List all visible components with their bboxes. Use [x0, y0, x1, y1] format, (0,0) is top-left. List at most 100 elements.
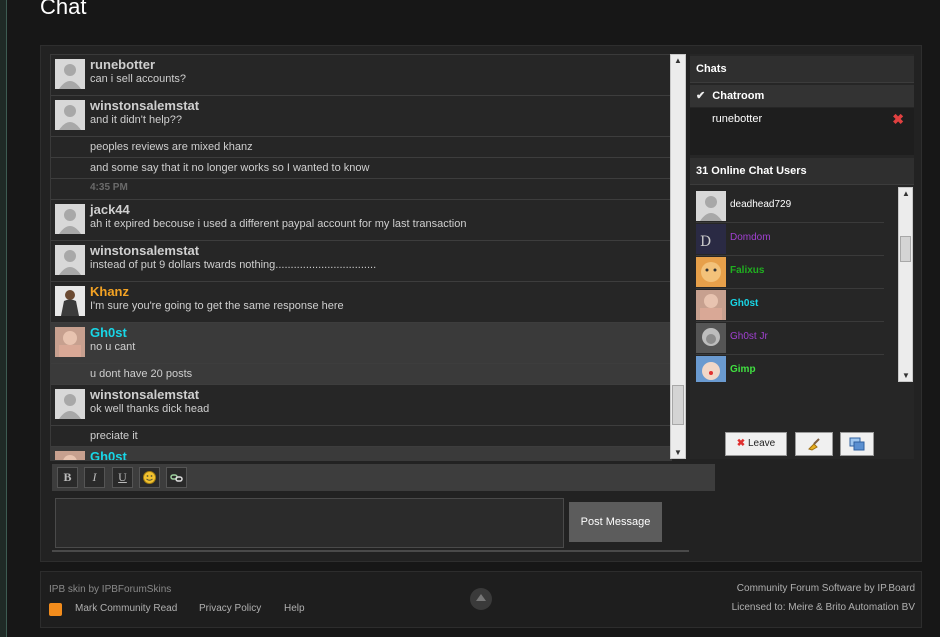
chat-container: runebotter can i sell accounts? winstonsal…	[40, 45, 922, 562]
online-user-name[interactable]: Gh0st Jr	[730, 331, 768, 342]
message-author[interactable]: Gh0st	[90, 449, 127, 460]
scroll-up-arrow-icon[interactable]: ▲	[674, 56, 682, 65]
message-row: and some say that it no longer works so …	[51, 158, 671, 179]
scroll-up-arrow-icon[interactable]: ▲	[902, 189, 910, 198]
post-message-button[interactable]: Post Message	[569, 502, 662, 542]
users-scrollbar[interactable]: ▲ ▼	[898, 187, 913, 382]
message-row: winstonsalemstat instead of put 9 dollars…	[51, 241, 671, 282]
scroll-down-arrow-icon[interactable]: ▼	[674, 448, 682, 457]
scrollbar-thumb[interactable]	[672, 385, 684, 425]
private-chat-label: runebotter	[712, 113, 763, 125]
online-user-name[interactable]: Domdom	[730, 232, 771, 243]
skin-credit: IPB skin by IPBForumSkins	[49, 584, 172, 595]
scrollbar-thumb[interactable]	[900, 236, 911, 262]
message-text: and some say that it no longer works so …	[90, 162, 370, 174]
message-row: Gh0st no u cant	[51, 323, 671, 364]
page-footer: IPB skin by IPBForumSkins Mark Community…	[40, 571, 922, 628]
clear-chat-button[interactable]	[795, 432, 833, 456]
message-row: preciate it	[51, 426, 671, 447]
popout-button[interactable]	[840, 432, 874, 456]
scroll-down-arrow-icon[interactable]: ▼	[902, 371, 910, 380]
window-icon	[849, 437, 865, 451]
chatroom-label: Chatroom	[712, 90, 765, 102]
online-user-name[interactable]: Falixus	[730, 265, 764, 276]
message-text: no u cant	[90, 341, 136, 353]
avatar[interactable]	[55, 100, 85, 130]
avatar[interactable]	[55, 204, 85, 234]
online-user-item[interactable]: deadhead729	[696, 189, 884, 223]
rss-icon[interactable]	[49, 603, 62, 616]
message-timestamp: 4:35 PM	[90, 182, 128, 193]
svg-text:D: D	[700, 234, 711, 250]
avatar[interactable]	[55, 451, 85, 460]
message-row: winstonsalemstat and it didn't help??	[51, 96, 671, 137]
message-row: Gh0st	[51, 447, 671, 460]
message-list[interactable]: runebotter can i sell accounts? winstonsal…	[50, 54, 672, 461]
divider	[52, 550, 689, 552]
avatar[interactable]	[55, 245, 85, 275]
chatroom-tab[interactable]: ✔ Chatroom	[690, 85, 914, 107]
page-title: Chat	[40, 0, 87, 19]
online-user-item[interactable]: Gh0st Jr	[696, 321, 884, 355]
back-to-top-icon[interactable]	[470, 588, 492, 610]
message-scrollbar[interactable]: ▲ ▼	[670, 54, 686, 459]
timestamp-row: 4:35 PM	[51, 179, 671, 200]
message-row: peoples reviews are mixed khanz	[51, 137, 671, 158]
online-user-item[interactable]: Gh0st	[696, 288, 884, 322]
online-user-item[interactable]: D Domdom	[696, 222, 884, 256]
message-author[interactable]: runebotter	[90, 57, 155, 72]
close-icon[interactable]: ✖	[892, 108, 904, 130]
smiley-icon[interactable]	[139, 467, 160, 488]
online-users-header: 31 Online Chat Users	[690, 158, 914, 185]
avatar[interactable]	[55, 327, 85, 357]
message-author[interactable]: Khanz	[90, 284, 129, 299]
message-text: preciate it	[90, 430, 138, 442]
message-author[interactable]: winstonsalemstat	[90, 243, 199, 258]
avatar[interactable]	[696, 191, 726, 221]
message-text: peoples reviews are mixed khanz	[90, 141, 253, 153]
message-text: ok well thanks dick head	[90, 403, 210, 415]
avatar[interactable]	[55, 286, 85, 316]
message-author[interactable]: winstonsalemstat	[90, 98, 199, 113]
online-user-name[interactable]: Gh0st	[730, 298, 758, 309]
leave-label: Leave	[747, 438, 776, 449]
avatar[interactable]	[696, 290, 726, 320]
chats-header: Chats	[690, 56, 914, 83]
close-icon: ✖	[736, 438, 746, 449]
avatar[interactable]	[696, 356, 726, 382]
avatar[interactable]	[696, 257, 726, 287]
private-chat-tab[interactable]: runebotter ✖	[690, 108, 914, 130]
message-text: ah it expired becouse i used a different…	[90, 218, 467, 230]
avatar[interactable]	[55, 59, 85, 89]
message-input[interactable]	[55, 498, 564, 548]
help-link[interactable]: Help	[284, 603, 305, 614]
avatar[interactable]	[55, 389, 85, 419]
message-row: Khanz I'm sure you're going to get the sa…	[51, 282, 671, 323]
editor-toolbar: B I U	[52, 464, 715, 491]
message-author[interactable]: Gh0st	[90, 325, 127, 340]
avatar[interactable]	[696, 323, 726, 353]
software-credit[interactable]: Community Forum Software by IP.Board	[737, 583, 915, 594]
message-row: winstonsalemstat ok well thanks dick head	[51, 385, 671, 426]
privacy-link[interactable]: Privacy Policy	[199, 603, 261, 614]
window-edge	[0, 0, 7, 637]
message-row: runebotter can i sell accounts?	[51, 55, 671, 96]
online-user-item[interactable]: Gimp	[696, 354, 884, 382]
italic-icon[interactable]: I	[84, 467, 105, 488]
message-text: and it didn't help??	[90, 114, 183, 126]
online-user-item[interactable]: Falixus	[696, 255, 884, 289]
leave-button[interactable]: ✖ Leave	[725, 432, 787, 456]
message-row: u dont have 20 posts	[51, 364, 671, 385]
online-user-list[interactable]: deadhead729 D Domdom Falixus Gh0st Gh0st Jr Gi…	[693, 187, 898, 382]
online-user-name[interactable]: Gimp	[730, 364, 756, 375]
mark-read-link[interactable]: Mark Community Read	[75, 603, 177, 614]
link-icon[interactable]	[166, 467, 187, 488]
avatar[interactable]: D	[696, 224, 726, 254]
online-user-name[interactable]: deadhead729	[730, 199, 791, 210]
message-text: instead of put 9 dollars twards nothing.…	[90, 259, 377, 271]
message-author[interactable]: winstonsalemstat	[90, 387, 199, 402]
underline-icon[interactable]: U	[112, 467, 133, 488]
bold-icon[interactable]: B	[57, 467, 78, 488]
message-author[interactable]: jack44	[90, 202, 130, 217]
message-row: jack44 ah it expired becouse i used a dif…	[51, 200, 671, 241]
